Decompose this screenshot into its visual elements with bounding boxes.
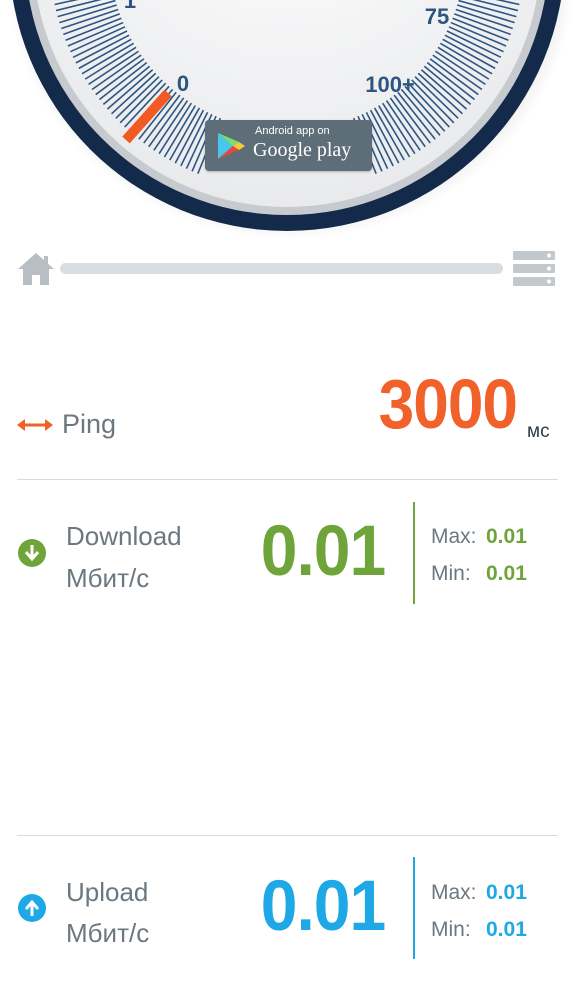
upload-label: Upload	[66, 877, 149, 907]
download-min-label: Min:	[431, 562, 471, 585]
google-play-top-text: Android app on	[255, 125, 330, 137]
divider	[17, 479, 558, 480]
upload-separator	[413, 857, 415, 959]
home-icon[interactable]	[16, 251, 56, 287]
server-list-icon[interactable]	[511, 250, 557, 288]
arrow-up-circle-icon	[18, 894, 46, 922]
gauge-label-0: 0	[177, 71, 189, 96]
ping-unit: мс	[527, 421, 550, 442]
upload-min-label: Min:	[431, 918, 471, 941]
download-min-value: 0.01	[486, 562, 527, 585]
divider	[17, 835, 558, 836]
upload-min-value: 0.01	[486, 918, 527, 941]
gauge-label-1: 1	[124, 0, 136, 13]
ping-value: 3000	[378, 365, 518, 443]
ping-label: Ping	[62, 409, 117, 439]
upload-max-value: 0.01	[486, 881, 527, 904]
google-play-icon	[218, 133, 245, 159]
arrow-down-circle-icon	[18, 539, 46, 567]
upload-unit: Мбит/с	[66, 918, 150, 948]
download-max-value: 0.01	[486, 525, 527, 548]
double-arrow-icon	[17, 419, 53, 431]
google-play-badge[interactable]: Android app on Google play	[205, 120, 372, 171]
download-value: 0.01	[260, 509, 386, 590]
gauge-label-75: 75	[425, 4, 449, 29]
download-separator	[413, 502, 415, 604]
download-unit: Мбит/с	[66, 563, 150, 593]
upload-max-label: Max:	[431, 881, 477, 904]
upload-value: 0.01	[260, 865, 386, 945]
test-progress-bar	[60, 263, 503, 274]
google-play-main-text: Google play	[253, 139, 352, 161]
download-label: Download	[66, 521, 182, 551]
gauge-label-100-plus: 100+	[365, 72, 415, 97]
download-max-label: Max:	[431, 525, 477, 548]
